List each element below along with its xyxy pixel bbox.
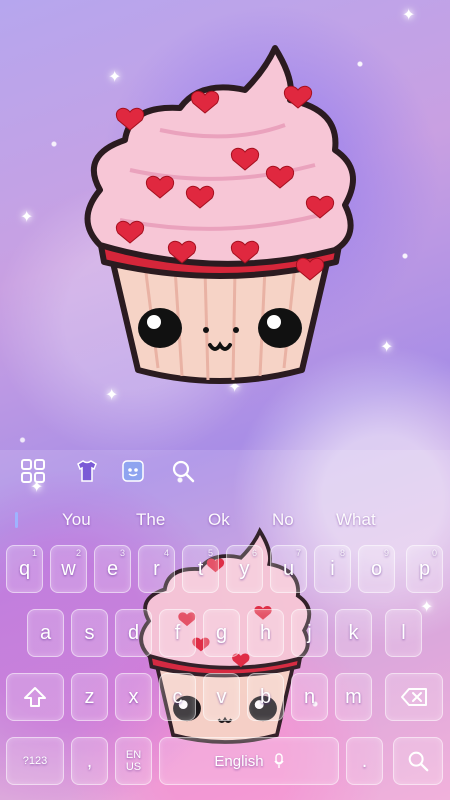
shift-key[interactable] — [6, 673, 64, 721]
key-label: s — [84, 621, 95, 644]
key-label: a — [39, 621, 52, 644]
key-z[interactable]: z — [71, 673, 108, 721]
key-label: w — [61, 557, 76, 580]
key-j[interactable]: j — [291, 609, 328, 657]
key-hint: 2 — [75, 548, 81, 558]
theme-shirt-icon[interactable] — [72, 456, 102, 486]
key-hint: 9 — [383, 548, 389, 558]
search-icon — [408, 751, 429, 772]
key-label: f — [174, 621, 181, 644]
keyboard-toolbar — [0, 450, 450, 492]
key-b[interactable]: b — [247, 673, 284, 721]
key-label: r — [153, 557, 160, 580]
key-k[interactable]: k — [335, 609, 372, 657]
key-label: u — [282, 557, 295, 580]
key-label: b — [259, 685, 272, 708]
search-action-key[interactable] — [393, 737, 443, 785]
key-label: c — [172, 685, 183, 708]
language-key[interactable]: EN US — [115, 737, 152, 785]
key-d[interactable]: d — [115, 609, 152, 657]
key-label: x — [128, 685, 139, 708]
key-label: v — [216, 685, 227, 708]
key-t[interactable]: t5 — [182, 545, 219, 593]
backspace-key[interactable] — [385, 673, 443, 721]
key-n[interactable]: n — [291, 673, 328, 721]
period-key[interactable]: . — [346, 737, 383, 785]
keyboard: You The Ok No What q1 w2 e3 r4 t5 y6 u7 … — [0, 450, 450, 800]
key-e[interactable]: e3 — [94, 545, 131, 593]
key-label: y — [239, 557, 250, 580]
key-hint: 3 — [119, 548, 125, 558]
key-label: i — [330, 557, 335, 580]
key-label: e — [106, 557, 119, 580]
space-key[interactable]: English — [159, 737, 339, 785]
key-h[interactable]: h — [247, 609, 284, 657]
key-hint: 4 — [163, 548, 169, 558]
key-l[interactable]: l — [385, 609, 422, 657]
key-hint: 8 — [339, 548, 345, 558]
key-g[interactable]: g — [203, 609, 240, 657]
key-hint: 1 — [31, 548, 37, 558]
key-o[interactable]: o9 — [358, 545, 395, 593]
key-hint: 0 — [431, 548, 437, 558]
key-x[interactable]: x — [115, 673, 152, 721]
key-label: n — [303, 685, 316, 708]
key-y[interactable]: y6 — [226, 545, 263, 593]
key-label: ?123 — [22, 755, 48, 767]
key-q[interactable]: q1 — [6, 545, 43, 593]
key-label: z — [84, 685, 95, 708]
key-v[interactable]: v — [203, 673, 240, 721]
suggestion-item[interactable]: You — [62, 510, 91, 530]
key-label: l — [401, 621, 406, 644]
key-u[interactable]: u7 — [270, 545, 307, 593]
shift-icon — [24, 687, 46, 707]
key-c[interactable]: c — [159, 673, 196, 721]
key-label: d — [127, 621, 140, 644]
key-f[interactable]: f — [159, 609, 196, 657]
key-label: k — [348, 621, 359, 644]
key-p[interactable]: p0 — [406, 545, 443, 593]
comma-key[interactable]: , — [71, 737, 108, 785]
suggestion-item[interactable]: What — [336, 510, 376, 530]
key-hint: 7 — [295, 548, 301, 558]
key-label: h — [259, 621, 272, 644]
backspace-icon — [401, 688, 427, 706]
key-label: j — [307, 621, 312, 644]
search-icon[interactable] — [168, 456, 198, 486]
key-label: , — [86, 749, 93, 772]
key-label: g — [215, 621, 228, 644]
key-a[interactable]: a — [27, 609, 64, 657]
key-m[interactable]: m — [335, 673, 372, 721]
wallpaper-area — [0, 0, 450, 450]
key-label: q — [18, 557, 31, 580]
key-label: p — [418, 557, 431, 580]
key-label: t — [197, 557, 204, 580]
key-label: . — [361, 749, 368, 772]
key-s[interactable]: s — [71, 609, 108, 657]
text-cursor — [15, 512, 18, 528]
key-hint: 5 — [207, 548, 213, 558]
symbols-key[interactable]: ?123 — [6, 737, 64, 785]
space-label: English — [214, 752, 264, 770]
cupcake-illustration — [84, 45, 356, 384]
key-i[interactable]: i8 — [314, 545, 351, 593]
mic-icon — [274, 753, 284, 768]
key-label: o — [370, 557, 383, 580]
key-w[interactable]: w2 — [50, 545, 87, 593]
key-r[interactable]: r4 — [138, 545, 175, 593]
key-hint: 6 — [251, 548, 257, 558]
key-label: m — [345, 685, 362, 708]
sticker-icon[interactable] — [118, 456, 148, 486]
grid-menu-icon[interactable] — [18, 456, 48, 486]
key-label: EN US — [125, 748, 142, 773]
